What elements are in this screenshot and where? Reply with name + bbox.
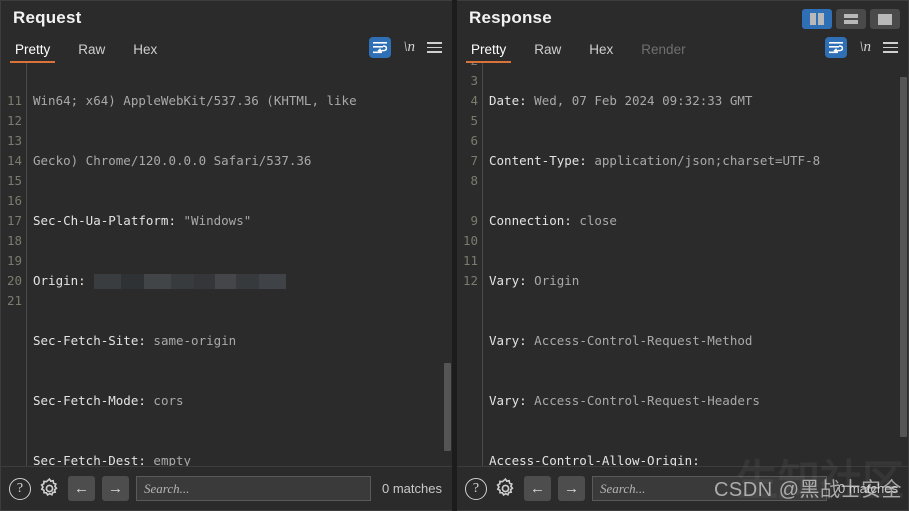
- line-number: 19: [6, 253, 22, 268]
- line-number: [1, 71, 22, 91]
- line-number: 18: [6, 233, 22, 248]
- code-line: Vary: Origin: [489, 273, 580, 288]
- code-line: Sec-Fetch-Site: same-origin: [33, 333, 237, 348]
- word-wrap-icon[interactable]: [825, 37, 848, 58]
- response-match-count: 0 matches: [838, 481, 898, 496]
- response-bottom-bar: ? ← → 0 matches: [457, 466, 908, 510]
- line-number: 12: [462, 273, 478, 288]
- request-tab-tools: \n: [369, 37, 442, 61]
- line-number: 21: [6, 293, 22, 308]
- code-line: Vary: Access-Control-Request-Headers: [489, 393, 760, 408]
- burp-repeater-window: Request Pretty Raw Hex \n 11 12 13 14 15…: [0, 0, 909, 511]
- response-scrollbar-thumb[interactable]: [900, 77, 907, 437]
- request-search-input[interactable]: [144, 480, 364, 497]
- request-code-lines: Win64; x64) AppleWebKit/537.36 (KHTML, l…: [27, 63, 452, 466]
- request-code: 11 12 13 14 15 16 17 18 19 20 21 Win64; …: [1, 63, 452, 466]
- code-line: Access-Control-Allow-Origin:: [489, 453, 700, 466]
- arrow-right-icon[interactable]: →: [558, 476, 585, 501]
- response-vertical-scrollbar[interactable]: [899, 63, 908, 466]
- request-code-area[interactable]: 11 12 13 14 15 16 17 18 19 20 21 Win64; …: [1, 63, 452, 466]
- line-number: 8: [470, 173, 478, 188]
- line-number: [457, 191, 478, 211]
- newline-toggle[interactable]: \n: [859, 39, 871, 56]
- help-circle-icon[interactable]: ?: [9, 477, 31, 500]
- tab-response-render[interactable]: Render: [641, 42, 685, 61]
- request-line-numbers: 11 12 13 14 15 16 17 18 19 20 21: [1, 63, 27, 466]
- code-line: Vary: Access-Control-Request-Method: [489, 333, 753, 348]
- response-code: 2 3 4 5 6 7 8 9 10 11 12 Date: Wed, 07 F…: [457, 63, 908, 466]
- request-vertical-scrollbar[interactable]: [443, 63, 452, 466]
- code-line: Sec-Fetch-Mode: cors: [33, 393, 184, 408]
- line-number: 12: [6, 113, 22, 128]
- response-code-lines: Date: Wed, 07 Feb 2024 09:32:33 GMT Cont…: [483, 63, 908, 466]
- response-code-area[interactable]: 2 3 4 5 6 7 8 9 10 11 12 Date: Wed, 07 F…: [457, 63, 908, 466]
- request-bottom-bar: ? ← → 0 matches: [1, 466, 452, 510]
- layout-horizontal-split-button[interactable]: [836, 9, 866, 29]
- line-number: 9: [470, 213, 478, 228]
- response-panel: Response Pretty Raw Hex Render \n 3 4 5 …: [457, 0, 909, 511]
- line-number: 3: [470, 73, 478, 88]
- code-line: Date: Wed, 07 Feb 2024 09:32:33 GMT: [489, 93, 753, 108]
- line-number: 13: [6, 133, 22, 148]
- help-circle-icon[interactable]: ?: [465, 477, 487, 500]
- line-number: [1, 63, 22, 71]
- line-number: 17: [6, 213, 22, 228]
- newline-toggle[interactable]: \n: [403, 39, 415, 56]
- request-match-count: 0 matches: [382, 481, 442, 496]
- response-search-input[interactable]: [600, 480, 820, 497]
- code-line: Sec-Ch-Ua-Platform: "Windows": [33, 213, 252, 228]
- word-wrap-icon[interactable]: [369, 37, 392, 58]
- tab-response-hex[interactable]: Hex: [589, 42, 613, 61]
- tab-request-raw[interactable]: Raw: [78, 42, 105, 61]
- layout-single-pane-button[interactable]: [870, 9, 900, 29]
- code-line: Gecko) Chrome/120.0.0.0 Safari/537.36: [33, 153, 312, 168]
- response-tab-row: Pretty Raw Hex Render \n: [457, 35, 908, 63]
- hamburger-menu-icon[interactable]: [883, 42, 898, 53]
- arrow-left-icon[interactable]: ←: [524, 476, 551, 501]
- layout-vertical-split-button[interactable]: [802, 9, 832, 29]
- line-number: 20: [6, 273, 22, 288]
- arrow-right-icon[interactable]: →: [102, 476, 129, 501]
- line-number: 7: [470, 153, 478, 168]
- response-line-numbers: 2 3 4 5 6 7 8 9 10 11 12: [457, 63, 483, 466]
- line-number: 11: [462, 253, 478, 268]
- request-tab-row: Pretty Raw Hex \n: [1, 35, 452, 63]
- line-number: 6: [470, 133, 478, 148]
- request-title-row: Request: [1, 1, 452, 35]
- response-title-row: Response: [457, 1, 908, 35]
- line-number: 5: [470, 113, 478, 128]
- line-number: 2: [457, 63, 478, 71]
- response-panel-title: Response: [469, 8, 552, 27]
- line-number: 4: [470, 93, 478, 108]
- response-tab-tools: \n: [825, 37, 898, 61]
- tab-response-raw[interactable]: Raw: [534, 42, 561, 61]
- redacted-value: [93, 274, 286, 289]
- hamburger-menu-icon[interactable]: [427, 42, 442, 53]
- request-search-box[interactable]: [136, 476, 372, 501]
- arrow-left-icon[interactable]: ←: [68, 476, 95, 501]
- gear-icon[interactable]: [38, 477, 61, 500]
- line-number: 10: [462, 233, 478, 248]
- code-line: Win64; x64) AppleWebKit/537.36 (KHTML, l…: [33, 93, 357, 108]
- code-line: Connection: close: [489, 213, 617, 228]
- request-panel: Request Pretty Raw Hex \n 11 12 13 14 15…: [0, 0, 452, 511]
- layout-button-group: [802, 9, 900, 29]
- response-search-box[interactable]: [592, 476, 828, 501]
- gear-icon[interactable]: [494, 477, 517, 500]
- code-line: Content-Type: application/json;charset=U…: [489, 153, 821, 168]
- code-line: Origin:: [33, 271, 452, 291]
- code-line: Sec-Fetch-Dest: empty: [33, 453, 192, 466]
- request-scrollbar-thumb[interactable]: [444, 363, 451, 451]
- tab-request-hex[interactable]: Hex: [133, 42, 157, 61]
- request-panel-title: Request: [13, 8, 82, 27]
- line-number: 16: [6, 193, 22, 208]
- tab-request-pretty[interactable]: Pretty: [9, 42, 56, 63]
- line-number: 15: [6, 173, 22, 188]
- line-number: 14: [6, 153, 22, 168]
- tab-response-pretty[interactable]: Pretty: [465, 42, 512, 63]
- line-number: 11: [6, 93, 22, 108]
